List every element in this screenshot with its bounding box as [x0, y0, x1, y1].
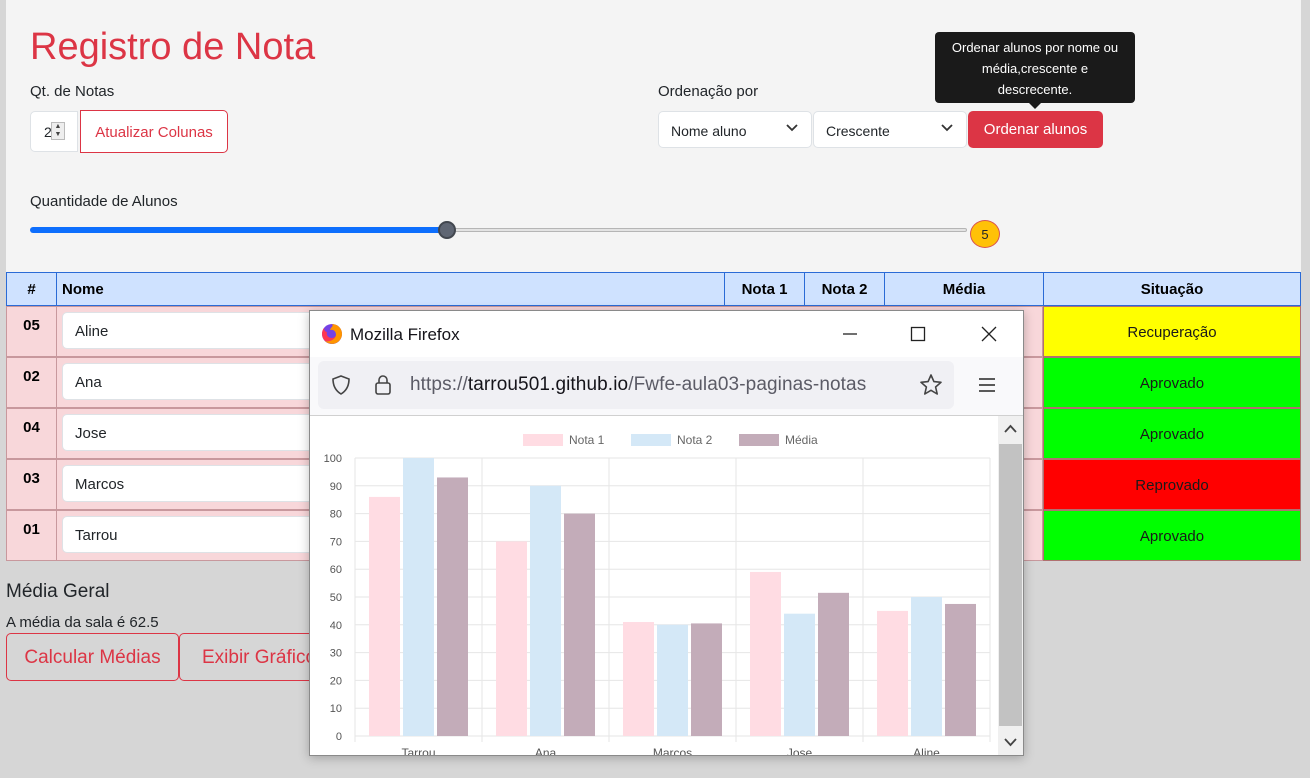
spinner-icon[interactable]: ▲ ▼ — [51, 122, 65, 140]
chart-bar — [496, 541, 527, 736]
chart-bar — [564, 513, 595, 736]
firefox-content: Nota 1 Nota 2 Média 0 10 20 30 40 50 60 70 80 90 100 T… — [310, 415, 1023, 756]
qt-notas-label: Qt. de Notas — [30, 83, 115, 100]
legend-label: Nota 1 — [569, 433, 605, 447]
bookmark-star-icon[interactable] — [919, 373, 943, 397]
ordenacao-label: Ordenação por — [658, 83, 759, 100]
chart-bar — [530, 485, 561, 736]
chart-bar — [784, 613, 815, 736]
legend-swatch — [739, 434, 779, 446]
y-tick-label: 10 — [330, 703, 342, 715]
url-text[interactable]: https://tarrou501.github.io/Fwfe-aula03-… — [410, 374, 866, 396]
chart-bar — [657, 624, 688, 736]
chart-bar — [750, 571, 781, 736]
media-geral-title: Média Geral — [6, 581, 110, 602]
calcular-medias-button[interactable]: Calcular Médias — [6, 633, 179, 681]
legend-swatch — [523, 434, 563, 446]
col-header-nota2: Nota 2 — [804, 272, 885, 306]
chart-bar — [403, 458, 434, 736]
row-id: 04 — [6, 408, 57, 459]
col-header-media: Média — [884, 272, 1044, 306]
status-cell: Aprovado — [1043, 510, 1301, 561]
minimize-icon[interactable] — [836, 320, 864, 348]
y-tick-label: 100 — [324, 453, 342, 465]
y-tick-label: 60 — [330, 564, 342, 576]
y-tick-label: 40 — [330, 620, 342, 632]
chart-bar — [691, 623, 722, 736]
firefox-titlebar[interactable]: Mozilla Firefox — [310, 311, 1023, 357]
chart-bar — [623, 622, 654, 736]
sort-direction-select[interactable]: Crescente — [813, 111, 967, 148]
col-header-id: # — [6, 272, 57, 306]
chart-bar — [818, 592, 849, 736]
maximize-icon[interactable] — [904, 320, 932, 348]
chevron-down-icon — [941, 124, 953, 132]
chart-bar — [369, 496, 400, 736]
status-cell: Aprovado — [1043, 357, 1301, 408]
range-fill — [30, 227, 447, 233]
url-domain: tarrou501.github.io — [467, 374, 629, 395]
chevron-down-icon — [786, 124, 798, 132]
row-id: 02 — [6, 357, 57, 408]
y-tick-label: 20 — [330, 675, 342, 687]
chart-bar — [945, 603, 976, 736]
y-tick-label: 80 — [330, 509, 342, 521]
scrollbar[interactable] — [998, 416, 1023, 755]
chart-bar — [437, 477, 468, 736]
status-cell: Reprovado — [1043, 459, 1301, 510]
col-header-situacao: Situação — [1043, 272, 1301, 306]
row-id: 05 — [6, 306, 57, 357]
chart-bar — [911, 597, 942, 736]
url-prefix: https:// — [410, 374, 468, 395]
tooltip: Ordenar alunos por nome ou média,crescen… — [935, 32, 1135, 103]
col-header-nota1: Nota 1 — [724, 272, 805, 306]
x-tick-label: Marcos — [653, 746, 692, 756]
row-id: 01 — [6, 510, 57, 561]
x-tick-label: Jose — [787, 746, 813, 756]
bar-chart: Nota 1 Nota 2 Média 0 10 20 30 40 50 60 70 80 90 100 T… — [324, 433, 991, 756]
range-thumb[interactable] — [438, 221, 456, 239]
status-cell: Aprovado — [1043, 408, 1301, 459]
y-tick-label: 30 — [330, 648, 342, 660]
qtd-alunos-label: Quantidade de Alunos — [30, 193, 178, 210]
atualizar-colunas-button[interactable]: Atualizar Colunas — [80, 110, 228, 153]
x-tick-label: Aline — [913, 746, 940, 756]
sort-field-select[interactable]: Nome aluno — [658, 111, 812, 148]
chart-bar — [877, 610, 908, 736]
shield-icon[interactable] — [330, 374, 352, 396]
scroll-down-icon[interactable] — [1003, 734, 1018, 749]
scroll-up-icon[interactable] — [1003, 422, 1018, 437]
row-id: 03 — [6, 459, 57, 510]
firefox-window-title: Mozilla Firefox — [350, 325, 460, 344]
ordenar-alunos-button[interactable]: Ordenar alunos — [968, 111, 1103, 148]
x-tick-label: Ana — [535, 746, 557, 756]
sort-direction-value: Crescente — [826, 123, 890, 139]
y-tick-label: 70 — [330, 536, 342, 548]
legend-label: Nota 2 — [677, 433, 713, 447]
firefox-popup-window: Mozilla Firefox https://tarrou501.github… — [309, 310, 1024, 756]
legend-label: Média — [785, 433, 818, 447]
lock-icon[interactable] — [372, 373, 394, 397]
url-path: /Fwfe-aula03-paginas-notas — [628, 374, 867, 395]
page-title: Registro de Nota — [30, 26, 316, 68]
media-geral-text: A média da sala é 62.5 — [6, 614, 159, 631]
sort-field-value: Nome aluno — [671, 123, 747, 139]
scrollbar-thumb[interactable] — [999, 444, 1022, 726]
firefox-logo-icon — [322, 324, 342, 344]
menu-icon[interactable] — [976, 374, 998, 396]
y-tick-label: 50 — [330, 592, 342, 604]
tooltip-arrow — [1029, 103, 1041, 109]
legend-swatch — [631, 434, 671, 446]
y-tick-label: 90 — [330, 481, 342, 493]
y-tick-label: 0 — [336, 731, 342, 743]
x-tick-label: Tarrou — [401, 746, 435, 756]
status-cell: Recuperação — [1043, 306, 1301, 357]
qtd-alunos-badge: 5 — [970, 220, 1000, 248]
url-bar[interactable]: https://tarrou501.github.io/Fwfe-aula03-… — [318, 361, 954, 409]
col-header-nome: Nome — [56, 272, 725, 306]
range-track[interactable] — [447, 228, 967, 232]
close-icon[interactable] — [975, 320, 1003, 348]
